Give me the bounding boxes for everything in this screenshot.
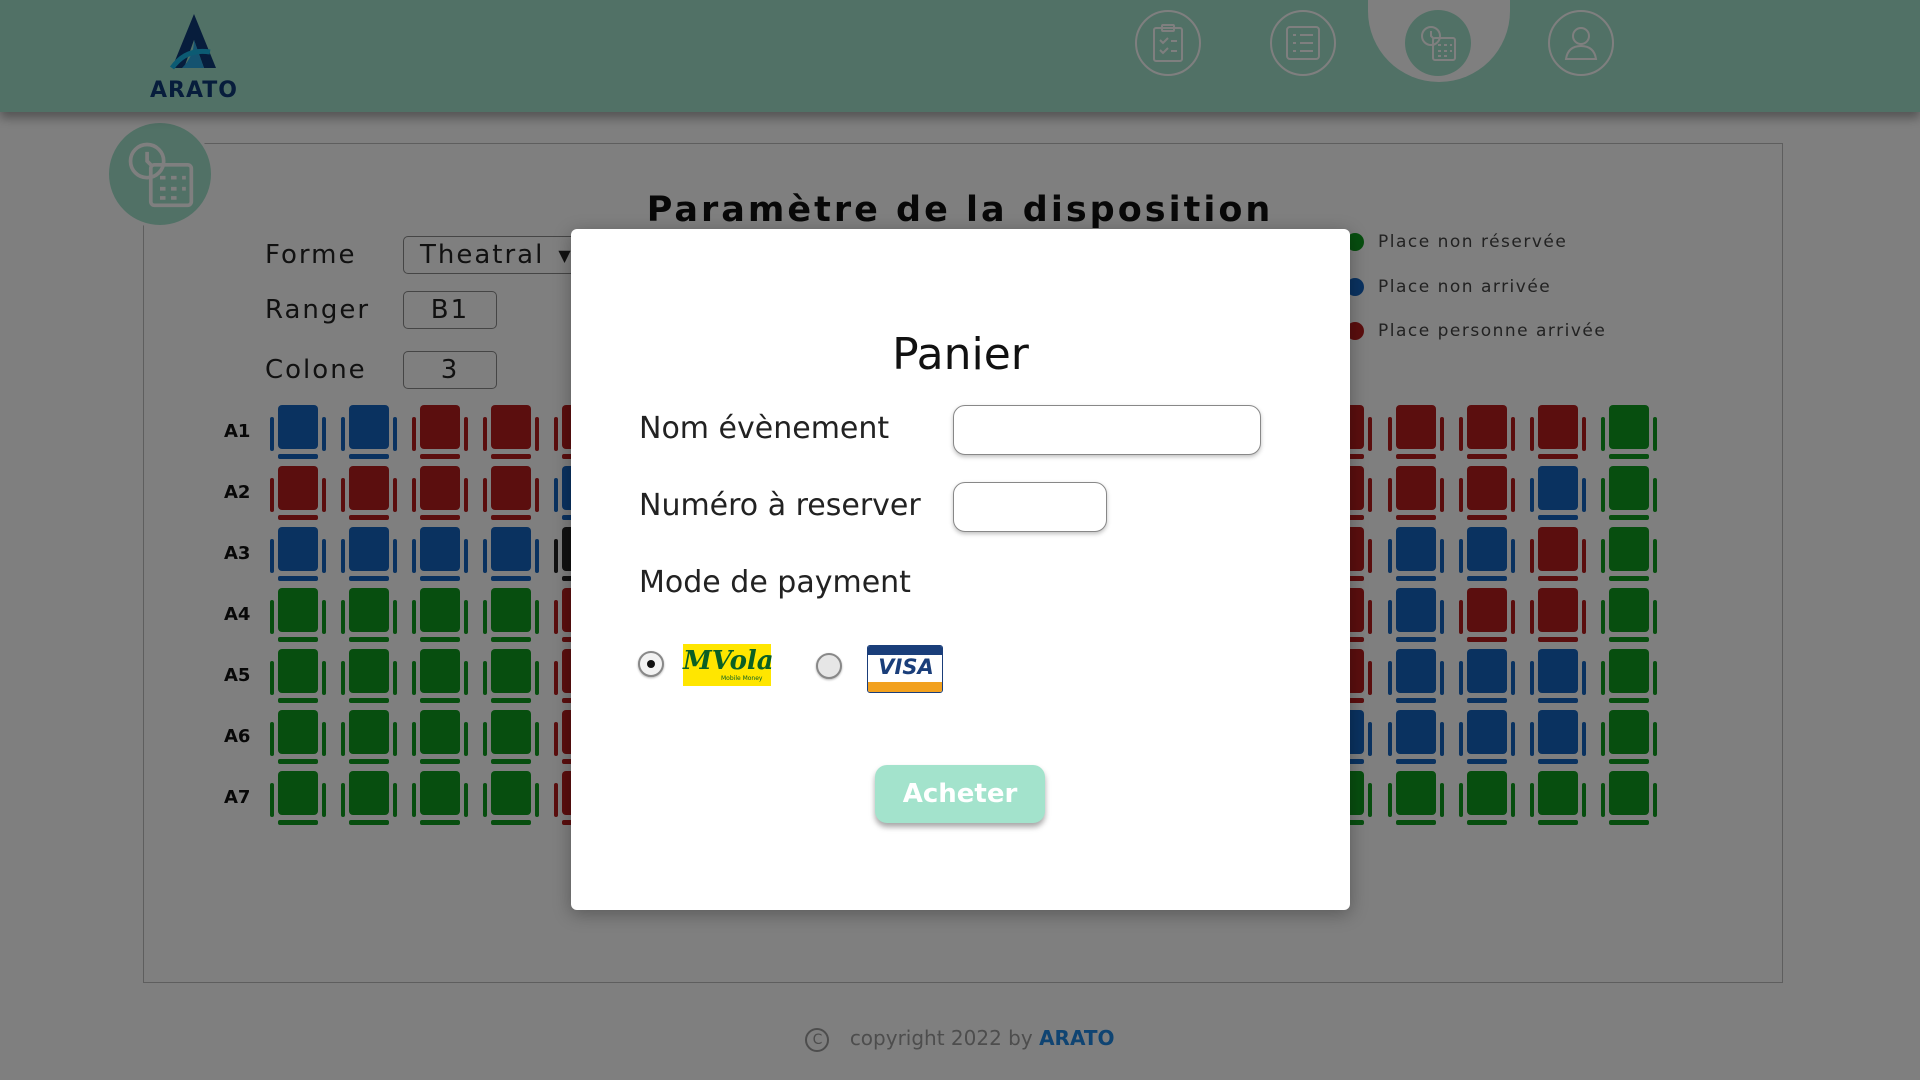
mvola-logo-tagline: Mobile Money	[721, 675, 763, 682]
event-name-label: Nom évènement	[639, 411, 890, 446]
visa-logo-text: VISA	[878, 655, 934, 679]
number-input[interactable]	[953, 482, 1107, 532]
modal-title: Panier	[892, 329, 1029, 380]
visa-radio[interactable]	[816, 653, 842, 679]
number-label: Numéro à reserver	[639, 488, 921, 523]
mvola-radio[interactable]	[638, 651, 664, 677]
cart-modal: Panier Nom évènement Numéro à reserver M…	[571, 229, 1350, 910]
mvola-logo[interactable]: MVola Mobile Money	[683, 644, 774, 686]
mvola-logo-text: MVola	[683, 646, 774, 676]
event-name-input[interactable]	[953, 405, 1261, 455]
payment-mode-label: Mode de payment	[639, 565, 911, 600]
buy-button[interactable]: Acheter	[875, 765, 1045, 823]
visa-logo[interactable]: VISA	[867, 645, 943, 693]
